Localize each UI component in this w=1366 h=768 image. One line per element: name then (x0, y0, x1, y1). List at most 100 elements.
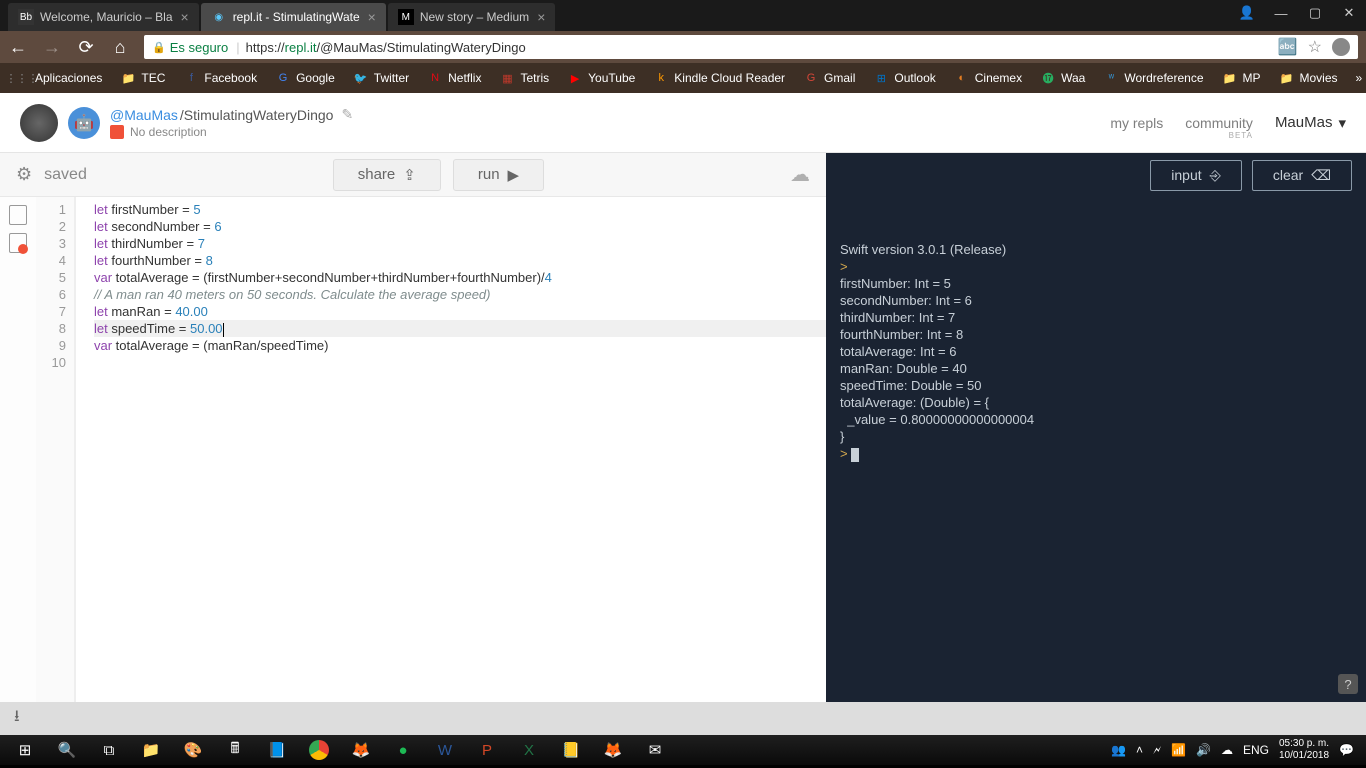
back-icon[interactable]: ← (8, 37, 28, 58)
code-line[interactable]: let firstNumber = 5 (94, 201, 826, 218)
volume-icon[interactable]: 🔊 (1196, 743, 1211, 757)
maximize-button[interactable]: ▢ (1298, 0, 1332, 26)
chrome-icon[interactable] (298, 735, 340, 765)
forward-icon[interactable]: → (42, 37, 62, 58)
browser-tab[interactable]: M New story – Medium × (388, 3, 556, 31)
code-line[interactable]: let speedTime = 50.00 (94, 320, 826, 337)
mail-icon[interactable]: ✉ (634, 735, 676, 765)
replit-logo[interactable] (20, 104, 58, 142)
word-icon[interactable]: W (424, 735, 466, 765)
taskview-icon[interactable]: ⧉ (88, 735, 130, 765)
code-line[interactable] (94, 354, 826, 371)
bookmark-icon: ʷ (1103, 70, 1119, 86)
bookmark-item[interactable]: GGoogle (269, 68, 341, 88)
bookmarks-bar: ⋮⋮⋮Aplicaciones 📁TEC fFacebook GGoogle 🐦Twit… (0, 63, 1366, 93)
clock[interactable]: 05:30 p. m. 10/01/2018 (1279, 738, 1329, 762)
browser-tab[interactable]: ◉ repl.it - StimulatingWate × (201, 3, 386, 31)
translate-icon[interactable]: 🔤 (1278, 37, 1298, 57)
bookmark-item[interactable]: 🐦Twitter (347, 68, 415, 88)
swift-file-icon[interactable] (9, 233, 27, 253)
bookmark-item[interactable]: ◐Cinemex (948, 68, 1028, 88)
code-line[interactable]: var totalAverage = (manRan/speedTime) (94, 337, 826, 354)
bookmark-item[interactable]: NNetflix (421, 68, 487, 88)
calc-icon[interactable]: 🖩 (214, 735, 256, 765)
powerpoint-icon[interactable]: P (466, 735, 508, 765)
avatar-icon[interactable] (1332, 38, 1350, 56)
download-icon[interactable]: ⭳ (14, 705, 20, 732)
bookmark-icon: ▦ (499, 70, 515, 86)
app-icon[interactable]: 📒 (550, 735, 592, 765)
code-line[interactable]: let secondNumber = 6 (94, 218, 826, 235)
minimize-button[interactable]: — (1264, 0, 1298, 26)
close-icon[interactable]: × (181, 9, 189, 25)
file-icon[interactable] (9, 205, 27, 225)
lang-indicator[interactable]: ENG (1243, 743, 1269, 757)
console-output[interactable]: Swift version 3.0.1 (Release)> firstNumb… (826, 197, 1366, 702)
bookmark-item[interactable]: ʷWordreference (1097, 68, 1209, 88)
reload-icon[interactable]: ⟳ (76, 37, 96, 58)
firefox-icon[interactable]: 🦊 (340, 735, 382, 765)
edit-icon[interactable]: ✎ (341, 106, 353, 123)
onedrive-icon[interactable]: ☁ (1221, 743, 1233, 757)
cloud-icon[interactable]: ☁ (790, 162, 810, 187)
tab-title: Welcome, Mauricio – Bla (40, 10, 173, 24)
explorer-icon[interactable]: 📁 (130, 735, 172, 765)
share-button[interactable]: share⇪ (333, 159, 441, 191)
help-icon[interactable]: ? (1338, 674, 1358, 694)
close-icon[interactable]: × (537, 9, 545, 25)
browser-tab[interactable]: Bb Welcome, Mauricio – Bla × (8, 3, 199, 31)
url-field[interactable]: 🔒 Es seguro | https://repl.it/@MauMas/St… (144, 35, 1358, 59)
code-editor[interactable]: 12345678910 let firstNumber = 5let secon… (36, 197, 826, 702)
home-icon[interactable]: ⌂ (110, 37, 130, 58)
paint-icon[interactable]: 🎨 (172, 735, 214, 765)
code-line[interactable]: let fourthNumber = 8 (94, 252, 826, 269)
nav-myrepls[interactable]: my repls (1110, 115, 1163, 131)
play-icon: ▶ (508, 166, 520, 184)
people-icon[interactable]: 👥 (1111, 743, 1126, 757)
code-line[interactable]: let thirdNumber = 7 (94, 235, 826, 252)
wifi-icon[interactable]: 📶 (1171, 743, 1186, 757)
code-line[interactable]: // A man ran 40 meters on 50 seconds. Ca… (94, 286, 826, 303)
nav-community[interactable]: community BETA (1185, 115, 1253, 131)
app-icon[interactable]: 📘 (256, 735, 298, 765)
gear-icon[interactable]: ⚙ (16, 164, 32, 185)
code-content[interactable]: let firstNumber = 5let secondNumber = 6l… (76, 197, 826, 702)
spotify-icon[interactable]: ● (382, 735, 424, 765)
user-avatar[interactable]: 🤖 (68, 107, 100, 139)
bookmark-label: Movies (1300, 71, 1338, 85)
bookmark-item[interactable]: ▶YouTube (561, 68, 641, 88)
close-icon[interactable]: × (368, 9, 376, 25)
bookmark-label: Waa (1061, 71, 1085, 85)
bookmark-item[interactable]: ⓱Waa (1034, 68, 1091, 88)
star-icon[interactable]: ☆ (1308, 37, 1322, 57)
bookmark-item[interactable]: kKindle Cloud Reader (647, 68, 791, 88)
bookmarks-overflow[interactable]: » (1350, 69, 1366, 87)
bookmark-label: Netflix (448, 71, 481, 85)
input-button[interactable]: input⎆ (1150, 160, 1242, 191)
user-icon[interactable]: 👤 (1230, 0, 1264, 26)
bookmark-item[interactable]: ⋮⋮⋮Aplicaciones (8, 68, 108, 88)
battery-icon[interactable]: 🗲 (1153, 743, 1161, 758)
bookmark-item[interactable]: GGmail (797, 68, 861, 88)
bookmark-item[interactable]: 📁MP (1216, 68, 1267, 88)
user-menu[interactable]: MauMas ▾ (1275, 114, 1346, 132)
excel-icon[interactable]: X (508, 735, 550, 765)
notifications-icon[interactable]: 💬 (1339, 743, 1354, 757)
bookmark-icon: ⋮⋮⋮ (14, 70, 30, 86)
repl-user[interactable]: @MauMas (110, 107, 178, 123)
bookmark-item[interactable]: fFacebook (177, 68, 263, 88)
bookmark-item[interactable]: 📁Movies (1273, 68, 1344, 88)
start-button[interactable]: ⊞ (4, 735, 46, 765)
gimp-icon[interactable]: 🦊 (592, 735, 634, 765)
clear-button[interactable]: clear⌫ (1252, 160, 1352, 191)
close-button[interactable]: ✕ (1332, 0, 1366, 26)
search-icon[interactable]: 🔍 (46, 735, 88, 765)
bookmark-item[interactable]: 📁TEC (114, 68, 171, 88)
tray-chevron-icon[interactable]: ˄ (1136, 743, 1143, 757)
bookmark-item[interactable]: ⊞Outlook (867, 68, 941, 88)
run-button[interactable]: run▶ (453, 159, 544, 191)
code-line[interactable]: var totalAverage = (firstNumber+secondNu… (94, 269, 826, 286)
console-toolbar: input⎆ clear⌫ (826, 153, 1366, 197)
code-line[interactable]: let manRan = 40.00 (94, 303, 826, 320)
bookmark-item[interactable]: ▦Tetris (493, 68, 555, 88)
